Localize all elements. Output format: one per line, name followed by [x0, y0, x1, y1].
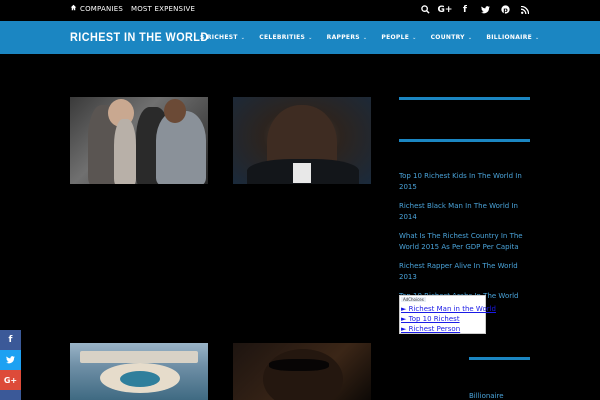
article-thumbnail-celebrity-couple[interactable] [70, 97, 208, 184]
chevron-down-icon: ⌄ [308, 34, 313, 41]
article-thumbnail-island-city[interactable] [70, 343, 208, 400]
rss-icon[interactable] [520, 4, 530, 15]
article-thumbnail-businessman[interactable] [233, 97, 371, 184]
pinterest-icon[interactable]: p [500, 4, 510, 15]
chevron-down-icon: ⌄ [362, 34, 368, 41]
sidebar-category-label[interactable]: Billionaire [469, 392, 504, 400]
nav-item-label: PEOPLE [381, 34, 410, 41]
top-links: COMPANIES MOST EXPENSIVE [70, 4, 195, 13]
twitter-share-icon[interactable] [0, 350, 21, 370]
nav-item-country[interactable]: COUNTRY ⌄ [431, 34, 473, 41]
sidebar-divider [399, 139, 530, 142]
chevron-down-icon: ⌄ [467, 34, 473, 41]
site-header: RICHEST IN THE WORLD $ RICHEST ⌄ CELEBRIT… [0, 21, 600, 54]
chevron-down-icon: ⌄ [412, 34, 417, 41]
nav-item-label: $ RICHEST [200, 34, 238, 41]
top-link-companies[interactable]: COMPANIES [70, 4, 123, 13]
chevron-down-icon: ⌄ [240, 34, 246, 41]
google-plus-share-icon[interactable]: G+ [0, 370, 21, 390]
main-nav: $ RICHEST ⌄ CELEBRITIES ⌄ RAPPERS ⌄ PEOPLE ⌄… [200, 34, 540, 41]
ad-choices-label[interactable]: AdChoices [401, 297, 426, 302]
nav-item-people[interactable]: PEOPLE ⌄ [381, 34, 416, 41]
home-icon [70, 4, 77, 13]
google-plus-icon[interactable]: G+ [438, 4, 453, 15]
chevron-down-icon: ⌄ [535, 34, 540, 41]
nav-item-label: COUNTRY [430, 34, 465, 41]
nav-item-richest[interactable]: $ RICHEST ⌄ [200, 34, 245, 41]
nav-item-rappers[interactable]: RAPPERS ⌄ [327, 34, 368, 41]
top-link-label: COMPANIES [80, 4, 123, 13]
article-thumbnail-man-sunglasses[interactable] [233, 343, 371, 400]
nav-item-label: BILLIONAIRE [486, 34, 533, 41]
facebook-share-icon[interactable]: f [0, 330, 21, 350]
nav-item-label: CELEBRITIES [259, 34, 306, 41]
top-bar: COMPANIES MOST EXPENSIVE G+ f p [0, 0, 600, 20]
sidebar-post-link[interactable]: What Is The Richest Country In The World… [399, 231, 534, 253]
top-link-label: MOST EXPENSIVE [130, 4, 196, 13]
top-link-most-expensive[interactable]: MOST EXPENSIVE [131, 4, 195, 13]
search-icon[interactable] [420, 4, 430, 15]
sidebar-divider [399, 97, 530, 100]
nav-item-label: RAPPERS [326, 34, 360, 41]
sidebar-divider [469, 357, 530, 360]
sidebar-post-link[interactable]: Richest Rapper Alive In The World 2013 [399, 261, 534, 283]
nav-item-celebrities[interactable]: CELEBRITIES ⌄ [259, 34, 312, 41]
ad-link[interactable]: ► Richest Person [401, 325, 460, 333]
ad-unit: AdChoices ► Richest Man in the World ► T… [399, 295, 496, 334]
twitter-icon[interactable] [480, 4, 490, 15]
svg-text:p: p [503, 7, 508, 14]
facebook-icon[interactable]: f [460, 4, 470, 15]
sidebar-post-link[interactable]: Richest Black Man In The World In 2014 [399, 201, 534, 223]
social-icons: G+ f p [420, 4, 530, 15]
sidebar-post-link[interactable]: Top 10 Richest Kids In The World In 2015 [399, 171, 534, 193]
ad-link[interactable]: ► Richest Man in the World [401, 305, 496, 313]
share-more-icon[interactable] [0, 390, 21, 400]
ad-link[interactable]: ► Top 10 Richest [401, 315, 460, 323]
nav-item-billionaire[interactable]: BILLIONAIRE ⌄ [486, 34, 539, 41]
site-logo[interactable]: RICHEST IN THE WORLD [70, 30, 209, 44]
